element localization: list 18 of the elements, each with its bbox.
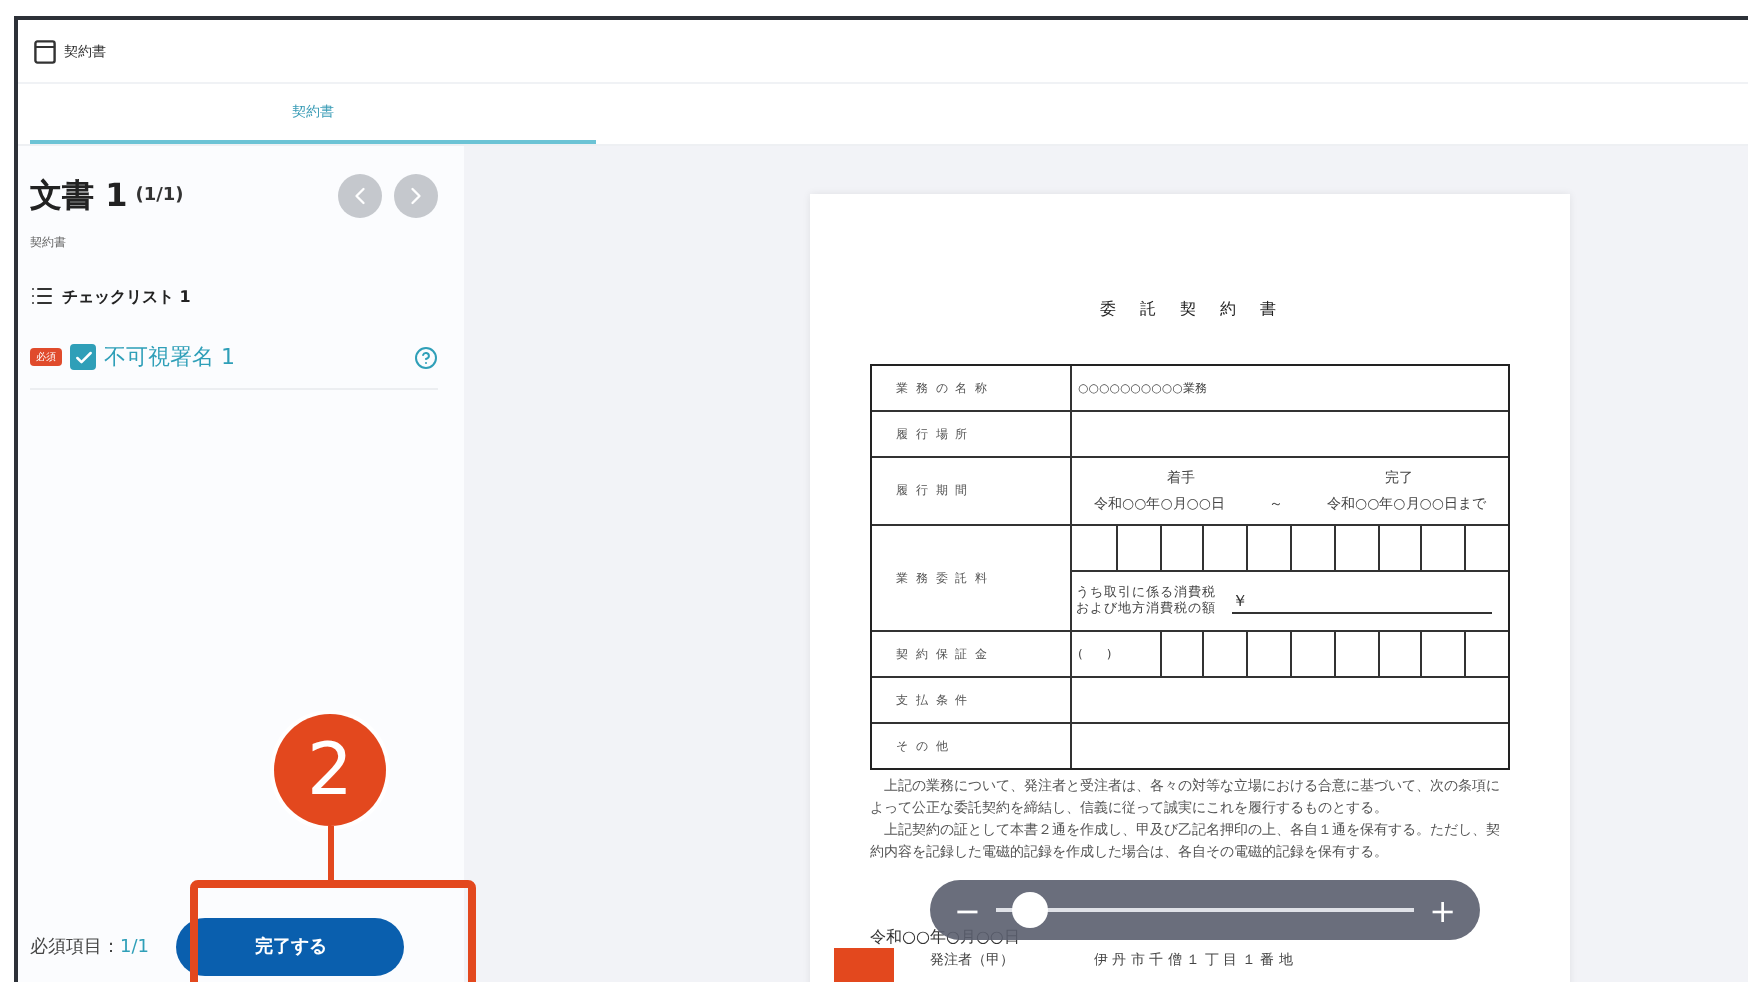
- checklist-title: チェックリスト 1: [62, 285, 191, 307]
- table-cell: ￥: [1232, 589, 1492, 613]
- document-count: (1/1): [135, 186, 184, 206]
- document-title: 委 託 契 約 書: [1100, 298, 1280, 320]
- required-count: 必須項目：1/1: [30, 935, 149, 960]
- document-heading: 文書 1: [30, 175, 128, 217]
- checklist-item-label[interactable]: 不可視署名 1: [104, 342, 235, 372]
- marker-square: [834, 948, 894, 982]
- next-button[interactable]: [394, 174, 438, 218]
- slider-thumb[interactable]: [1012, 892, 1049, 928]
- help-icon[interactable]: [414, 345, 438, 369]
- leader-line: [328, 826, 334, 880]
- document-icon: [34, 39, 56, 63]
- complete-button[interactable]: 完了する: [176, 918, 405, 976]
- zoom-in-button[interactable]: +: [1429, 891, 1456, 929]
- previous-button[interactable]: [338, 174, 382, 218]
- zoom-out-button[interactable]: −: [954, 891, 981, 929]
- checkbox[interactable]: [70, 344, 96, 370]
